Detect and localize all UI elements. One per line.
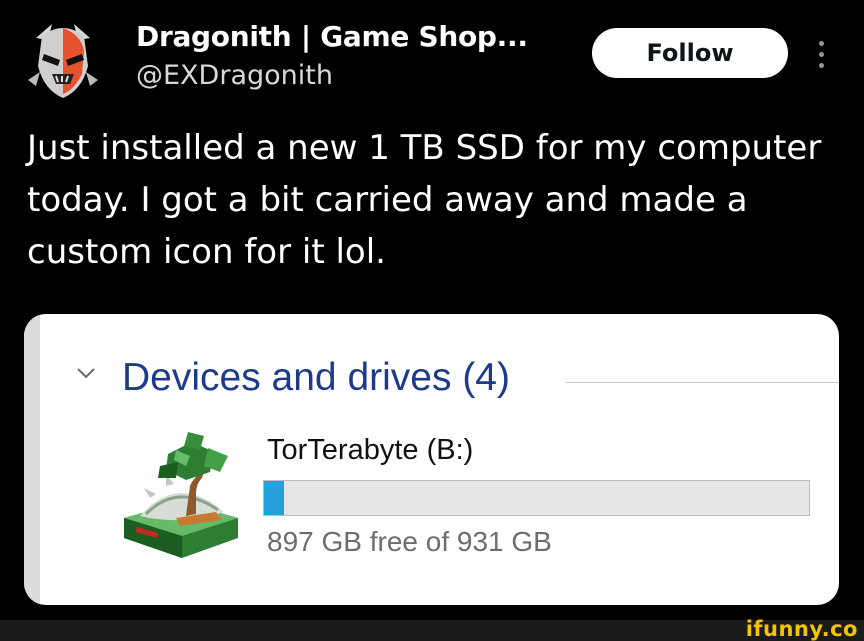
- more-dot: [818, 40, 824, 46]
- section-title: Devices and drives (4): [122, 356, 510, 399]
- section-divider: [566, 382, 839, 383]
- tweet-media-image[interactable]: Devices and drives (4) TorTerabyte (B:) …: [24, 314, 839, 605]
- explorer-left-edge: [24, 314, 40, 605]
- watermark-band: [0, 620, 864, 641]
- drive-usage-bar: [263, 480, 810, 516]
- tortoise-drive-icon: [124, 432, 238, 558]
- avatar-image: [22, 20, 104, 102]
- author-avatar[interactable]: [22, 20, 104, 102]
- follow-button[interactable]: Follow: [592, 28, 788, 78]
- drive-name: TorTerabyte (B:): [267, 434, 474, 466]
- more-dot: [818, 51, 824, 57]
- author-display-name[interactable]: Dragonith | Game Shop...: [136, 20, 528, 53]
- chevron-down-icon: [77, 368, 95, 379]
- drive-free-space: 897 GB free of 931 GB: [267, 526, 552, 557]
- author-handle[interactable]: @EXDragonith: [136, 60, 333, 91]
- drive-usage-fill: [264, 481, 285, 515]
- more-vertical-icon[interactable]: [808, 36, 834, 72]
- ifunny-watermark: ifunny.co: [745, 617, 858, 641]
- more-dot: [818, 62, 824, 68]
- tweet-text: Just installed a new 1 TB SSD for my com…: [27, 128, 822, 272]
